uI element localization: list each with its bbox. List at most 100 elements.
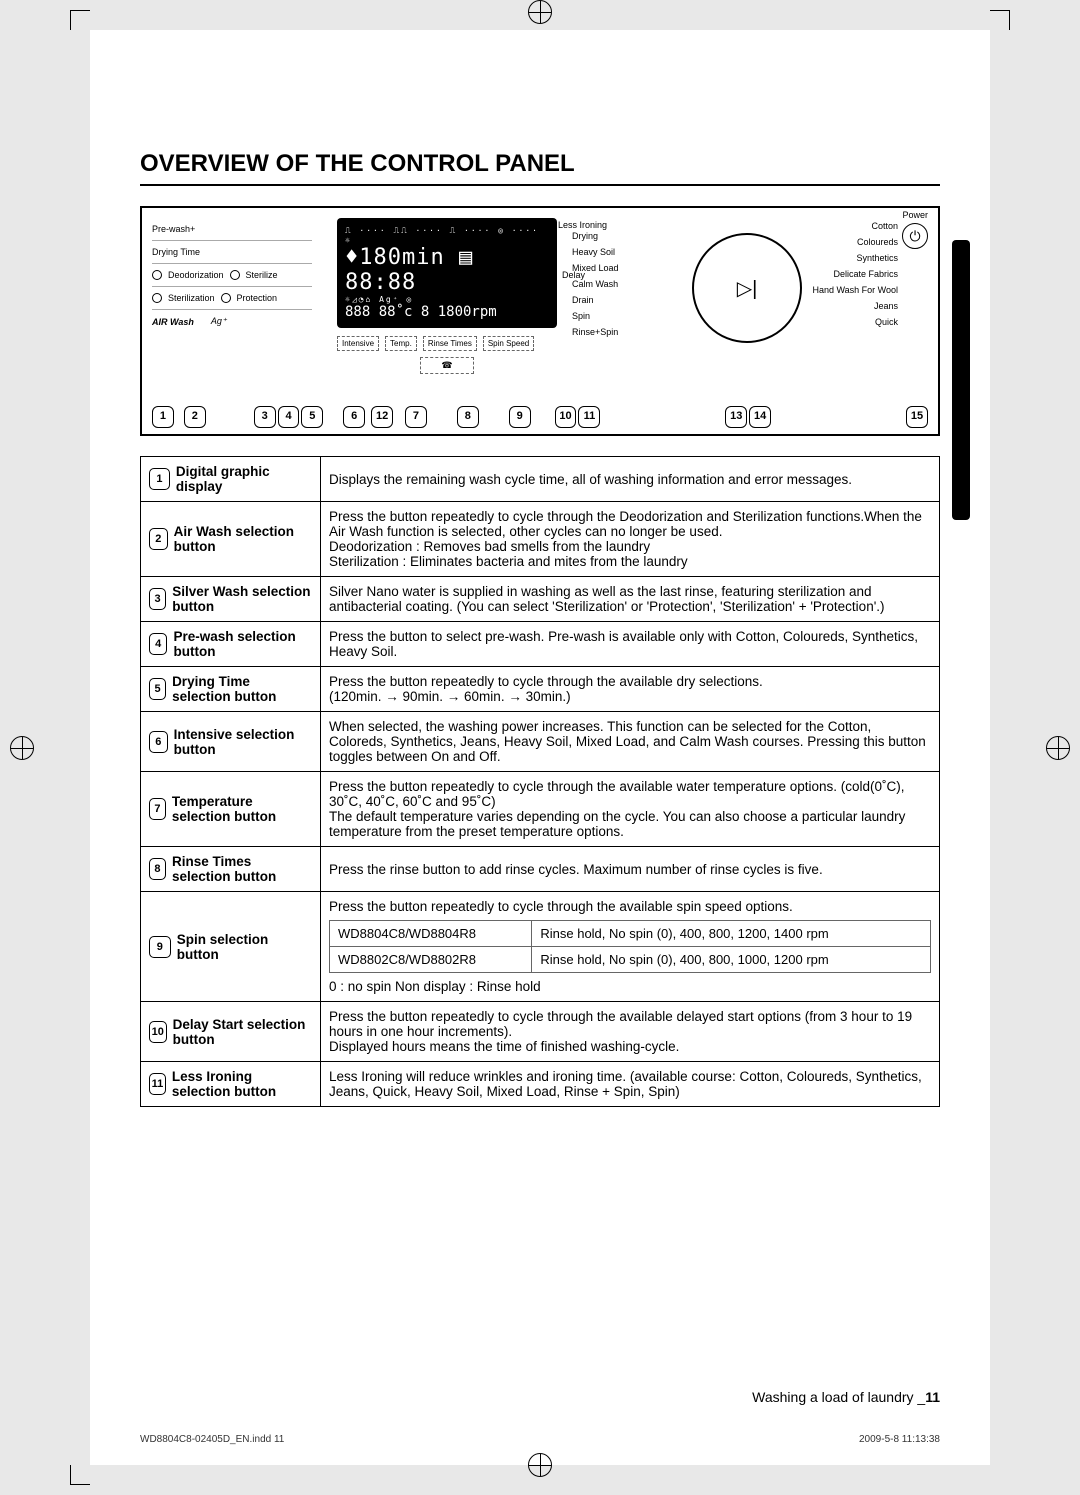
lcd-bottom-row: 888 88˚c 8 1800rpm <box>345 304 549 320</box>
row-name: Drying Time selection button <box>172 674 312 704</box>
row-number-box: 7 <box>149 798 166 820</box>
prewash-label: Pre-wash+ <box>152 224 195 234</box>
dial-label: Heavy Soil <box>572 244 619 260</box>
dial-label: Jeans <box>812 298 898 314</box>
desc-line: Press the button repeatedly to cycle thr… <box>329 509 931 539</box>
row-label-cell: 4Pre-wash selection button <box>141 622 321 667</box>
row-name: Air Wash selection button <box>174 524 312 554</box>
intensive-btn-label: Intensive <box>337 336 379 351</box>
table-row: 1Digital graphic display Displays the rem… <box>141 457 940 502</box>
row-label-cell: 1Digital graphic display <box>141 457 321 502</box>
lcd-screen: ⎍ ···· ⎍⎍ ···· ⎍ ···· ◎ ···· ☼ ♦180min ▤… <box>337 218 557 328</box>
desc-line: When selected, the washing power increas… <box>329 719 931 764</box>
circle-icon <box>152 293 162 303</box>
print-meta-file: WD8804C8-02405D_EN.indd 11 <box>140 1434 284 1445</box>
row-number-box: 3 <box>149 588 166 610</box>
lcd-time-display: ♦180min ▤ 88:88 <box>345 245 549 295</box>
row-desc-cell: Press the button repeatedly to cycle thr… <box>321 772 940 847</box>
dial-label: Mixed Load <box>572 260 619 276</box>
row-name: Spin selection button <box>177 932 312 962</box>
table-row: 8Rinse Times selection buttonPress the r… <box>141 847 940 892</box>
desc-line: Press the button repeatedly to cycle thr… <box>329 779 931 809</box>
registration-mark-right <box>1046 736 1070 760</box>
deodor-label: Deodorization <box>168 270 224 280</box>
phone-icon: ☎ <box>420 357 473 374</box>
callout-num: 9 <box>509 406 531 428</box>
footer-page-number: 11 <box>925 1389 940 1405</box>
row-desc-cell: Displays the remaining wash cycle time, … <box>321 457 940 502</box>
desc-line: Displayed hours means the time of finish… <box>329 1039 931 1054</box>
dial-label: Quick <box>812 314 898 330</box>
row-number-box: 2 <box>149 528 168 550</box>
desc-line: Press the button repeatedly to cycle thr… <box>329 1009 931 1039</box>
row-label-cell: 3 Silver Wash selection button <box>141 577 321 622</box>
desc-line: Silver Nano water is supplied in washing… <box>329 584 931 614</box>
play-pause-icon: ▷| <box>737 276 758 301</box>
row-desc-cell: When selected, the washing power increas… <box>321 712 940 772</box>
dial-label: Hand Wash For Wool <box>812 282 898 298</box>
crop-mark <box>70 1465 90 1485</box>
table-row: 4Pre-wash selection buttonPress the butt… <box>141 622 940 667</box>
inner-row: WD8804C8/WD8804R8Rinse hold, No spin (0)… <box>330 921 931 947</box>
panel-left-labels: Pre-wash+ Drying Time Deodorization Ster… <box>152 218 312 333</box>
row-desc-cell: Press the button repeatedly to cycle thr… <box>321 667 940 712</box>
desc-line: Displays the remaining wash cycle time, … <box>329 472 931 487</box>
description-table: 1Digital graphic display Displays the rem… <box>140 456 940 1107</box>
callout-num: 4 <box>278 406 300 428</box>
dial-label: Calm Wash <box>572 276 619 292</box>
callout-num: 15 <box>906 406 928 428</box>
desc-line: Press the rinse button to add rinse cycl… <box>329 862 931 877</box>
row-number-box: 10 <box>149 1021 167 1043</box>
print-meta-date: 2009-5-8 11:13:38 <box>859 1434 940 1445</box>
model-cell: WD8802C8/WD8802R8 <box>330 947 532 973</box>
model-cell: WD8804C8/WD8804R8 <box>330 921 532 947</box>
circle-icon <box>152 270 162 280</box>
dial-label: Cotton <box>812 218 898 234</box>
row-number-box: 8 <box>149 858 166 880</box>
desc-line: Sterilization : Eliminates bacteria and … <box>329 554 931 569</box>
row-label-cell: 11Less Ironing selection button <box>141 1062 321 1107</box>
dial-label: Rinse+Spin <box>572 324 619 340</box>
callout-num: 11 <box>578 406 600 428</box>
spin-model-table: WD8804C8/WD8804R8Rinse hold, No spin (0)… <box>329 920 931 973</box>
callout-num: 8 <box>457 406 479 428</box>
dial-labels-left: Drying Heavy Soil Mixed Load Calm Wash D… <box>572 228 619 340</box>
row-desc-cell: Press the button repeatedly to cycle thr… <box>321 502 940 577</box>
dial-label: Drying <box>572 228 619 244</box>
sterilization-label: Sterilization <box>168 293 215 303</box>
row-number-box: 9 <box>149 936 171 958</box>
spin-btn-label: Spin Speed <box>483 336 534 351</box>
callout-num: 1 <box>152 406 174 428</box>
row-name: Silver Wash selection button <box>172 584 312 614</box>
speed-cell: Rinse hold, No spin (0), 400, 800, 1000,… <box>532 947 931 973</box>
row-number-box: 4 <box>149 633 167 655</box>
desc-line: Press the button repeatedly to cycle thr… <box>329 674 931 689</box>
rinse-btn-label: Rinse Times <box>423 336 477 351</box>
power-label: Power <box>902 210 928 220</box>
sterilize-label: Sterilize <box>246 270 278 280</box>
table-row: 9Spin selection buttonPress the button r… <box>141 892 940 1002</box>
lcd-button-row: Intensive Temp. Rinse Times Spin Speed <box>337 336 557 351</box>
row-name: Delay Start selection button <box>173 1017 312 1047</box>
row-label-cell: 5Drying Time selection button <box>141 667 321 712</box>
row-number-box: 1 <box>149 468 170 490</box>
lcd-status-icons: ☼◿◔⌂ Ag⁺ ◎ <box>345 295 413 304</box>
dial-label: Coloureds <box>812 234 898 250</box>
speed-cell: Rinse hold, No spin (0), 400, 800, 1200,… <box>532 921 931 947</box>
row-label-cell: 2 Air Wash selection button <box>141 502 321 577</box>
table-row: 2 Air Wash selection button Press the butt… <box>141 502 940 577</box>
circle-icon <box>230 270 240 280</box>
table-row: 5Drying Time selection button Press the b… <box>141 667 940 712</box>
dial-label: Spin <box>572 308 619 324</box>
row-desc-cell: Less Ironing will reduce wrinkles and ir… <box>321 1062 940 1107</box>
registration-mark-left <box>10 736 34 760</box>
footer-text: Washing a load of laundry _ <box>752 1389 925 1405</box>
desc-line: Deodorization : Removes bad smells from … <box>329 539 931 554</box>
desc-line: Less Ironing will reduce wrinkles and ir… <box>329 1069 931 1099</box>
row-label-cell: 10 Delay Start selection button <box>141 1002 321 1062</box>
row-desc-cell: Press the button repeatedly to cycle thr… <box>321 1002 940 1062</box>
cycle-dial-icon: ▷| <box>692 233 802 343</box>
table-row: 3 Silver Wash selection button Silver Nano… <box>141 577 940 622</box>
registration-mark-bottom <box>528 1453 552 1477</box>
row-name: Temperature selection button <box>172 794 312 824</box>
